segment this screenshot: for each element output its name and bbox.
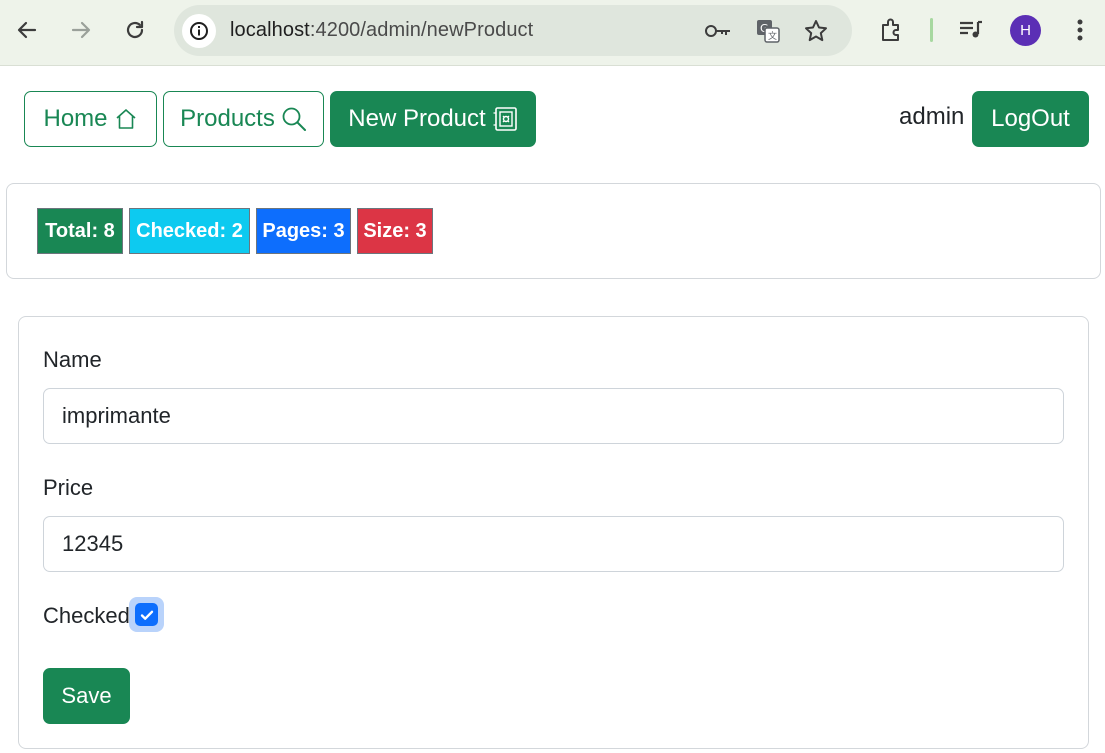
info-icon xyxy=(190,22,208,40)
browser-menu-button[interactable] xyxy=(1065,15,1095,45)
search-icon xyxy=(282,107,306,131)
products-button[interactable]: Products xyxy=(163,91,324,147)
url-host: localhost xyxy=(230,19,310,41)
back-button[interactable] xyxy=(9,12,45,48)
kebab-menu-icon xyxy=(1077,19,1083,41)
translate-icon: G文 xyxy=(757,20,780,43)
size-badge: Size: 3 xyxy=(357,208,433,254)
checked-checkbox[interactable] xyxy=(135,603,158,626)
checkmark-icon xyxy=(140,610,153,620)
back-arrow-icon xyxy=(17,21,37,39)
save-button-label: Save xyxy=(61,683,112,708)
key-icon xyxy=(705,25,730,37)
new-product-button[interactable]: New Product xyxy=(330,91,536,147)
checked-label: Checked xyxy=(43,603,130,628)
forward-arrow-icon xyxy=(71,21,91,39)
media-controls-button[interactable] xyxy=(956,15,986,45)
safe-icon xyxy=(493,107,517,131)
profile-avatar[interactable]: H xyxy=(1010,15,1041,46)
url-path: :4200/admin/newProduct xyxy=(309,19,534,41)
reload-button[interactable] xyxy=(117,12,153,48)
current-user-name: admin xyxy=(899,103,965,130)
password-key-button[interactable] xyxy=(704,17,732,45)
name-input-value: imprimante xyxy=(62,403,171,428)
price-input-value: 12345 xyxy=(62,531,124,556)
products-button-label: Products xyxy=(180,105,275,132)
translate-button[interactable]: G文 xyxy=(754,17,782,45)
star-icon xyxy=(805,20,827,42)
name-label: Name xyxy=(43,347,102,372)
pages-badge: Pages: 3 xyxy=(256,208,351,254)
extensions-button[interactable] xyxy=(877,15,907,45)
home-button-label: Home xyxy=(43,105,108,132)
address-bar[interactable]: localhost:4200/admin/newProduct G文 xyxy=(174,5,852,56)
svg-text:文: 文 xyxy=(768,30,777,42)
toolbar-divider xyxy=(930,18,933,42)
total-badge: Total: 8 xyxy=(37,208,123,254)
new-product-button-label: New Product xyxy=(348,105,486,132)
site-info-button[interactable] xyxy=(182,14,216,48)
puzzle-icon xyxy=(882,18,899,41)
bookmark-button[interactable] xyxy=(802,17,830,45)
house-icon xyxy=(115,109,136,129)
browser-toolbar: localhost:4200/admin/newProduct G文 H xyxy=(0,0,1105,66)
logout-button[interactable]: LogOut xyxy=(972,91,1089,147)
price-label: Price xyxy=(43,475,94,500)
checked-badge: Checked: 2 xyxy=(129,208,250,254)
playlist-music-icon xyxy=(960,20,982,38)
forward-button[interactable] xyxy=(63,12,99,48)
url-text: localhost:4200/admin/newProduct xyxy=(230,19,533,42)
reload-icon xyxy=(126,20,144,39)
home-button[interactable]: Home xyxy=(24,91,157,147)
save-button[interactable]: Save xyxy=(43,668,130,724)
price-input[interactable]: 12345 xyxy=(43,516,1064,572)
name-input[interactable]: imprimante xyxy=(43,388,1064,444)
logout-button-label: LogOut xyxy=(991,105,1070,132)
